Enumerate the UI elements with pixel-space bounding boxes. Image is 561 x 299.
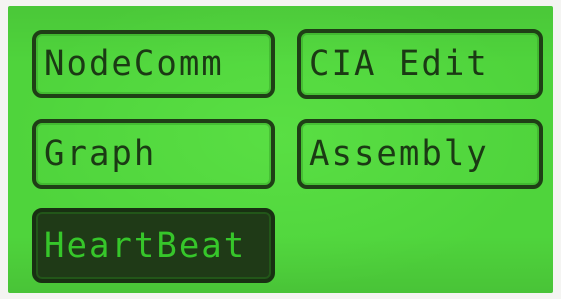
nodecomm-button[interactable]: NodeComm (32, 30, 275, 98)
assembly-label: Assembly (309, 133, 489, 175)
cia-edit-label: CIA Edit (309, 43, 489, 85)
nodecomm-label: NodeComm (44, 43, 224, 85)
graph-label: Graph (44, 133, 157, 175)
cia-edit-button[interactable]: CIA Edit (297, 29, 543, 99)
device-bezel: NodeComm CIA Edit Graph Assembly HeartBe… (0, 0, 561, 299)
graph-button[interactable]: Graph (32, 119, 275, 189)
heartbeat-button[interactable]: HeartBeat (32, 208, 275, 283)
heartbeat-label: HeartBeat (44, 225, 247, 266)
assembly-button[interactable]: Assembly (297, 119, 543, 189)
lcd-screen: NodeComm CIA Edit Graph Assembly HeartBe… (8, 6, 553, 293)
